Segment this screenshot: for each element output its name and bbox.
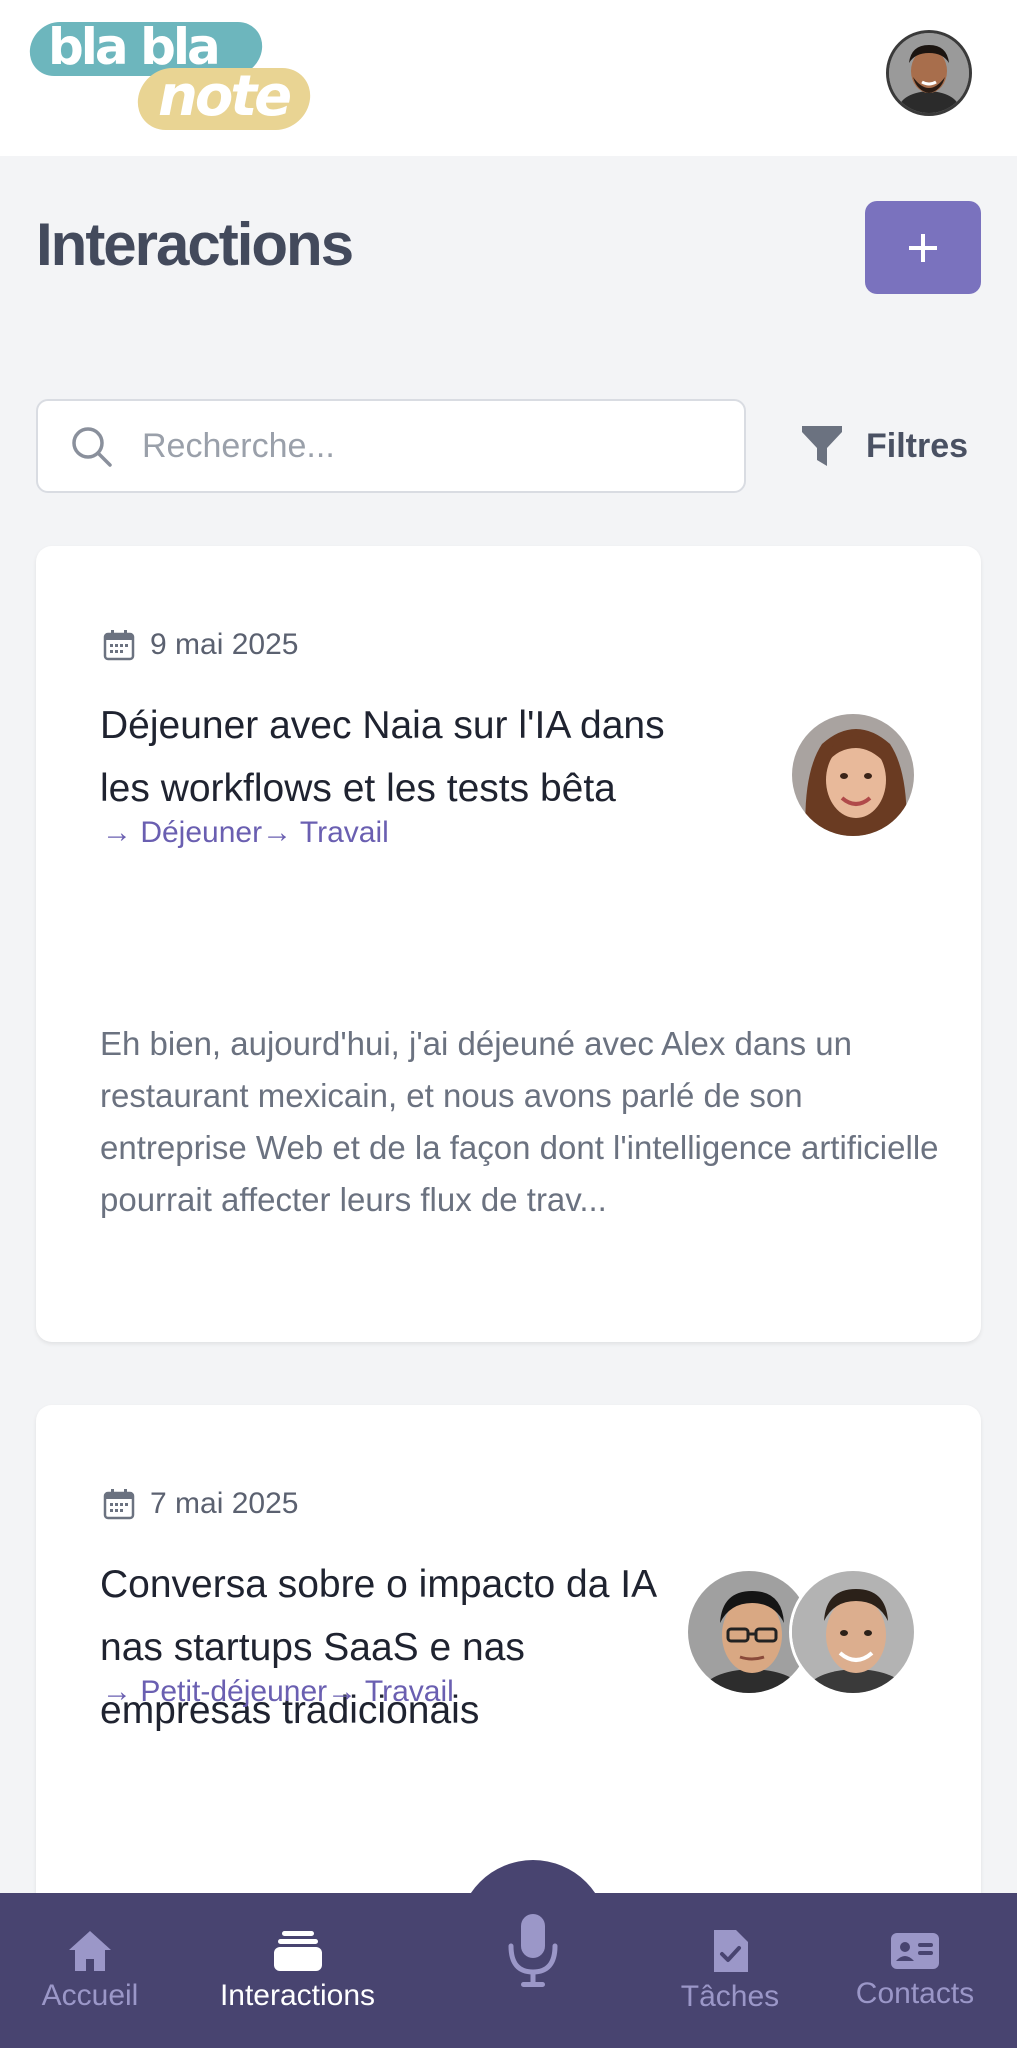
logo-text-bottom: note xyxy=(158,64,292,129)
microphone-icon xyxy=(508,1914,558,1987)
interaction-date-row: 9 mai 2025 xyxy=(102,628,298,662)
contact-avatar[interactable] xyxy=(789,711,917,839)
interaction-date: 9 mai 2025 xyxy=(150,628,299,661)
search-input[interactable] xyxy=(142,401,732,491)
contact-card-icon xyxy=(891,1932,939,1969)
filter-icon xyxy=(802,426,842,466)
nav-item-interactions[interactable]: Interactions xyxy=(200,1893,395,2048)
filters-label: Filtres xyxy=(866,426,969,465)
app-header: bla bla note xyxy=(0,0,1017,156)
nav-item-home[interactable]: Accueil xyxy=(20,1893,160,2048)
interaction-tags: → Déjeuner→ Travail xyxy=(102,816,389,849)
record-button[interactable] xyxy=(490,1900,576,2000)
nav-label-interactions: Interactions xyxy=(219,1978,376,2012)
app-logo[interactable]: bla bla note xyxy=(27,18,314,136)
interaction-title: Conversa sobre o impacto da IA nas start… xyxy=(100,1563,655,1732)
page-title: Interactions xyxy=(36,211,354,278)
nav-label-tasks: Tâches xyxy=(680,1979,780,2013)
nav-item-contacts[interactable]: Contacts xyxy=(840,1893,990,2048)
interaction-date-row: 7 mai 2025 xyxy=(102,1487,298,1521)
add-interaction-button[interactable] xyxy=(865,201,981,294)
search-box[interactable] xyxy=(36,399,746,493)
interaction-card[interactable]: 9 mai 2025 Déjeuner avec Naia sur l'IA d… xyxy=(36,546,981,1342)
interaction-date: 7 mai 2025 xyxy=(150,1487,299,1520)
task-check-icon xyxy=(714,1929,748,1972)
nav-item-tasks[interactable]: Tâches xyxy=(660,1893,800,2048)
interaction-tags: → Petit-déjeuner→ Travail xyxy=(102,1675,454,1708)
search-icon xyxy=(72,427,112,467)
plus-icon xyxy=(909,233,937,262)
calendar-icon xyxy=(103,1489,135,1520)
calendar-icon xyxy=(103,630,135,661)
interaction-title: Déjeuner avec Naia sur l'IA dans les wor… xyxy=(100,704,665,810)
user-avatar[interactable] xyxy=(886,30,972,116)
filters-button[interactable]: Filtres xyxy=(800,418,982,474)
interaction-excerpt: Eh bien, aujourd'hui, j'ai déjeuné avec … xyxy=(100,1025,939,1218)
contact-avatar[interactable] xyxy=(789,1568,917,1696)
nav-label-contacts: Contacts xyxy=(855,1976,975,2010)
stack-icon xyxy=(273,1930,322,1971)
home-icon xyxy=(69,1930,111,1971)
nav-label-home: Accueil xyxy=(41,1978,139,2012)
